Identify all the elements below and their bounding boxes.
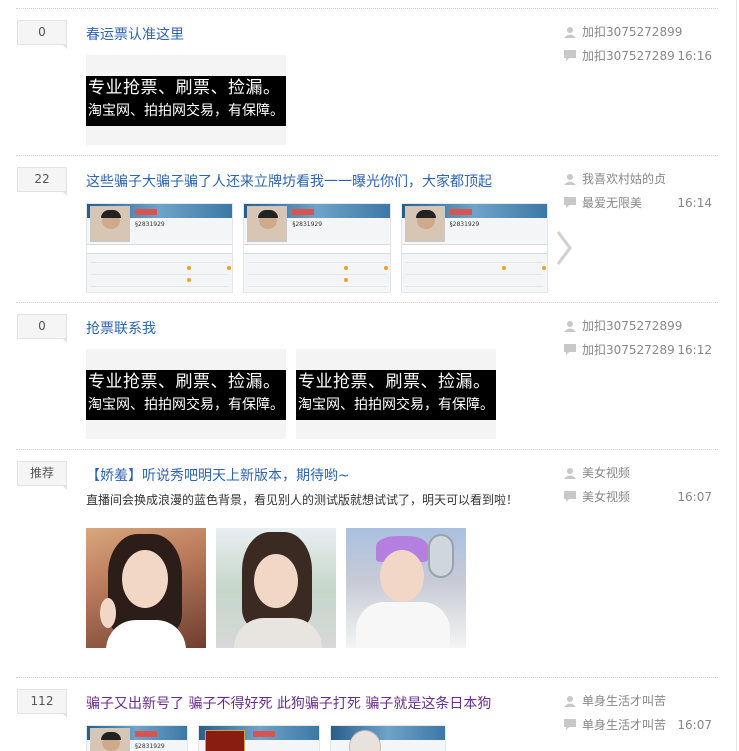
author-link[interactable]: 单身生活才叫苦 bbox=[582, 694, 666, 708]
last-reply-user-link[interactable]: 加扣307527289 bbox=[582, 343, 675, 357]
author-link[interactable]: 加扣3075272899 bbox=[582, 319, 682, 333]
profile-id: §2831929 bbox=[292, 221, 323, 228]
user-icon bbox=[564, 468, 576, 479]
last-reply-user-link[interactable]: 最爱无限美 bbox=[582, 196, 642, 210]
thread-title[interactable]: 春运票认准这里 bbox=[86, 24, 184, 44]
reply-count: 22 bbox=[17, 167, 67, 196]
thread-last-reply: 美女视频 16:07 bbox=[564, 489, 720, 505]
author-link[interactable]: 美女视频 bbox=[582, 466, 630, 480]
comment-icon bbox=[564, 50, 576, 61]
screenshot-thumbnail[interactable]: §2831929 bbox=[400, 203, 548, 293]
thread-item: 112 骗子又出新号了 骗子不得好死 此狗骗子打死 骗子就是这条日本狗 §283… bbox=[16, 677, 718, 751]
thread-media: §2831929 §2831929 §2831929 bbox=[86, 203, 548, 293]
ad-line-1: 专业抢票、刷票、捡漏。 bbox=[88, 372, 281, 392]
reply-count: 0 bbox=[17, 20, 67, 49]
thread-title[interactable]: 这些骗子大骗子骗了人还来立牌坊看我一一曝光你们，大家都顶起 bbox=[86, 171, 492, 191]
user-icon bbox=[564, 321, 576, 332]
ad-line-1: 专业抢票、刷票、捡漏。 bbox=[88, 78, 281, 98]
last-reply-time: 16:07 bbox=[677, 718, 712, 732]
thread-author: 我喜欢村姑的贞 bbox=[564, 171, 720, 187]
thread-item: 推荐 【娇羞】听说秀吧明天上新版本，期待哟~ 直播间会换成浪漫的蓝色背景，看见别… bbox=[16, 449, 718, 677]
thread-media: 专业抢票、刷票、捡漏。 淘宝网、拍拍网交易，有保障。 专业抢票、刷票、捡漏。 淘… bbox=[86, 349, 496, 439]
user-icon bbox=[564, 174, 576, 185]
screenshot-thumbnail[interactable]: §2831929 bbox=[243, 203, 391, 293]
thread-title[interactable]: 【娇羞】听说秀吧明天上新版本，期待哟~ bbox=[86, 465, 350, 485]
profile-id: §2831929 bbox=[135, 743, 165, 750]
thread-author: 单身生活才叫苦 bbox=[564, 693, 720, 709]
ad-line-1: 专业抢票、刷票、捡漏。 bbox=[298, 372, 491, 392]
profile-id: §2831929 bbox=[135, 221, 165, 228]
comment-icon bbox=[564, 491, 576, 502]
ad-line-2: 淘宝网、拍拍网交易，有保障。 bbox=[88, 397, 284, 413]
ad-line-2: 淘宝网、拍拍网交易，有保障。 bbox=[298, 397, 494, 413]
thread-last-reply: 最爱无限美 16:14 bbox=[564, 195, 720, 211]
ad-line-2: 淘宝网、拍拍网交易，有保障。 bbox=[88, 103, 284, 119]
author-link[interactable]: 我喜欢村姑的贞 bbox=[582, 172, 666, 186]
ad-image[interactable]: 专业抢票、刷票、捡漏。 淘宝网、拍拍网交易，有保障。 bbox=[296, 349, 496, 439]
last-reply-time: 16:16 bbox=[677, 49, 712, 63]
user-icon bbox=[564, 696, 576, 707]
last-reply-user-link[interactable]: 美女视频 bbox=[582, 490, 630, 504]
last-reply-time: 16:12 bbox=[677, 343, 712, 357]
recommend-badge: 推荐 bbox=[17, 461, 67, 490]
thread-last-reply: 加扣307527289 16:16 bbox=[564, 48, 720, 64]
comment-icon bbox=[564, 344, 576, 355]
thread-title[interactable]: 骗子又出新号了 骗子不得好死 此狗骗子打死 骗子就是这条日本狗 bbox=[86, 693, 491, 713]
ad-image[interactable]: 专业抢票、刷票、捡漏。 淘宝网、拍拍网交易，有保障。 bbox=[86, 55, 286, 145]
chevron-right-icon[interactable] bbox=[554, 228, 574, 268]
thread-item: 22 这些骗子大骗子骗了人还来立牌坊看我一一曝光你们，大家都顶起 §283192… bbox=[16, 155, 718, 302]
thread-author: 加扣3075272899 bbox=[564, 318, 720, 334]
ad-image[interactable]: 专业抢票、刷票、捡漏。 淘宝网、拍拍网交易，有保障。 bbox=[86, 349, 286, 439]
thread-item: 0 抢票联系我 专业抢票、刷票、捡漏。 淘宝网、拍拍网交易，有保障。 专业抢票、… bbox=[16, 302, 718, 449]
thread-media: §2831929 bbox=[86, 725, 446, 751]
thread-media: 专业抢票、刷票、捡漏。 淘宝网、拍拍网交易，有保障。 bbox=[86, 55, 286, 145]
screenshot-thumbnail[interactable] bbox=[198, 725, 320, 751]
photo-thumbnail[interactable] bbox=[346, 528, 466, 648]
reply-count: 112 bbox=[17, 689, 67, 718]
thread-description: 直播间会换成浪漫的蓝色背景，看见别人的测试版就想试试了，明天可以看到啦！ bbox=[86, 493, 519, 507]
thread-last-reply: 单身生活才叫苦 16:07 bbox=[564, 717, 720, 733]
last-reply-time: 16:14 bbox=[677, 196, 712, 210]
author-link[interactable]: 加扣3075272899 bbox=[582, 25, 682, 39]
user-icon bbox=[564, 27, 576, 38]
reply-count: 0 bbox=[17, 314, 67, 343]
last-reply-time: 16:07 bbox=[677, 490, 712, 504]
comment-icon bbox=[564, 197, 576, 208]
thread-item: 0 春运票认准这里 专业抢票、刷票、捡漏。 淘宝网、拍拍网交易，有保障。 加扣3… bbox=[16, 8, 718, 155]
thread-author: 美女视频 bbox=[564, 465, 720, 481]
photo-thumbnail[interactable] bbox=[216, 528, 336, 648]
thread-media bbox=[86, 528, 466, 648]
last-reply-user-link[interactable]: 单身生活才叫苦 bbox=[582, 718, 666, 732]
photo-thumbnail[interactable] bbox=[86, 528, 206, 648]
thread-last-reply: 加扣307527289 16:12 bbox=[564, 342, 720, 358]
last-reply-user-link[interactable]: 加扣307527289 bbox=[582, 49, 675, 63]
page-border bbox=[736, 0, 737, 751]
screenshot-thumbnail[interactable]: §2831929 bbox=[86, 725, 188, 751]
thread-author: 加扣3075272899 bbox=[564, 24, 720, 40]
comment-icon bbox=[564, 719, 576, 730]
thread-title[interactable]: 抢票联系我 bbox=[86, 318, 156, 338]
screenshot-thumbnail[interactable] bbox=[330, 725, 446, 751]
profile-id: §2831929 bbox=[449, 221, 480, 228]
screenshot-thumbnail[interactable]: §2831929 bbox=[86, 203, 234, 293]
